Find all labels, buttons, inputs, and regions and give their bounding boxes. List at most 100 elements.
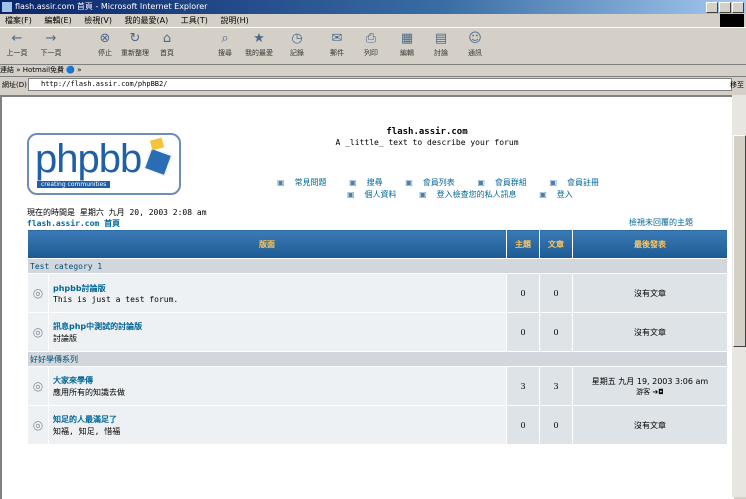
scrollbar-thumb[interactable] <box>733 135 746 347</box>
header-forum: 版面 <box>27 229 507 259</box>
forum-row: ◎ 大家來學傳 應用所有的知識去做 3 3 星期五 九月 19, 2003 3:… <box>27 366 728 406</box>
forum-desc: This is just a test forum. <box>53 294 179 304</box>
home-button[interactable]: ⌂ 首頁 <box>152 30 182 62</box>
forum-posts: 0 <box>539 273 573 313</box>
forum-topics: 3 <box>506 366 540 406</box>
messenger-button[interactable]: ☺ 通訊 <box>460 30 490 62</box>
forward-label: 下一頁 <box>40 49 62 57</box>
discuss-icon: ▤ <box>434 31 448 46</box>
forum-posts: 0 <box>539 405 573 445</box>
category-row: Test category 1 <box>27 258 728 274</box>
menu-tools[interactable]: 工具(T) <box>181 16 208 25</box>
vertical-scrollbar[interactable] <box>732 95 746 497</box>
nav-login-label: 登入 <box>556 190 573 199</box>
forum-last-post: 沒有文章 <box>572 312 728 352</box>
forum-folder-icon: ◎ <box>27 312 49 352</box>
menu-file[interactable]: 檔案(F) <box>5 16 32 25</box>
header-last-post: 最後發表 <box>572 229 728 259</box>
print-icon: ⎙ <box>365 31 377 46</box>
links-bar[interactable]: 連結 » Hotmail免費 🔵 » <box>0 64 746 77</box>
nav-groups[interactable]: ▣ 會員群組 <box>477 178 537 187</box>
forum-cell: phpbb討論版 This is just a test forum. <box>48 273 507 313</box>
forum-topics: 0 <box>506 405 540 445</box>
mail-button[interactable]: ✉ 郵件 <box>322 30 352 62</box>
forum-folder-icon: ◎ <box>27 366 49 406</box>
category-title[interactable]: 好好學傳系列 <box>27 351 728 367</box>
category-title[interactable]: Test category 1 <box>27 258 728 274</box>
phpbb-logo[interactable]: phpbb creating communities <box>27 133 181 195</box>
nav-register-label: 會員註冊 <box>567 178 599 187</box>
forum-folder-icon: ◎ <box>27 405 49 445</box>
forum-last-post: 沒有文章 <box>572 273 728 313</box>
nav-search[interactable]: ▣ 搜尋 <box>349 178 393 187</box>
stop-label: 停止 <box>98 49 112 57</box>
links-bar-text: 連結 » Hotmail免費 🔵 » <box>0 66 82 74</box>
favorites-icon: ★ <box>253 31 265 46</box>
last-post-author[interactable]: 游客 ➜◘ <box>574 387 726 397</box>
nav-memberlist[interactable]: ▣ 會員列表 <box>405 178 465 187</box>
address-field[interactable]: http://flash.assir.com/phpBB2/ <box>28 78 732 91</box>
forum-topics: 0 <box>506 312 540 352</box>
index-link[interactable]: flash.assir.com 首頁 <box>27 218 120 229</box>
back-arrow-icon: ← <box>11 31 23 46</box>
ie-icon <box>2 2 12 12</box>
home-icon: ⌂ <box>162 31 172 46</box>
nav-profile[interactable]: ▣ 個人資料 <box>347 190 407 199</box>
header-posts: 文章 <box>539 229 573 259</box>
nav-faq[interactable]: ▣ 常見問題 <box>277 178 337 187</box>
refresh-label: 重新整理 <box>121 49 149 57</box>
site-name: flash.assir.com <box>386 127 468 137</box>
forum-table: 版面 主題 文章 最後發表 Test category 1 ◎ phpbb討論版… <box>27 229 728 445</box>
refresh-icon: ↻ <box>129 31 141 46</box>
favorites-button[interactable]: ★ 我的最愛 <box>244 30 274 62</box>
groups-icon: ▣ <box>477 178 485 187</box>
history-button[interactable]: ◷ 記錄 <box>282 30 312 62</box>
edit-label: 編輯 <box>400 49 414 57</box>
forum-row: ◎ 訊息php中測試的討論版 討論版 0 0 沒有文章 <box>27 312 728 352</box>
maximize-button[interactable] <box>719 2 731 13</box>
forum-last-post: 星期五 九月 19, 2003 3:06 am 游客 ➜◘ <box>572 366 728 406</box>
unanswered-topics-link[interactable]: 檢視未回覆的主題 <box>629 217 693 228</box>
messenger-icon: ☺ <box>468 31 482 46</box>
favorites-label: 我的最愛 <box>245 49 273 57</box>
forum-name[interactable]: 知足的人最滿足了 <box>53 414 505 425</box>
minimize-button[interactable] <box>706 2 718 13</box>
print-button[interactable]: ⎙ 列印 <box>356 30 386 62</box>
pm-icon: ▣ <box>419 190 427 199</box>
forward-button[interactable]: → 下一頁 <box>36 30 66 62</box>
nav-pm-label: 登入檢查您的私人訊息 <box>436 190 517 199</box>
forum-posts: 3 <box>539 366 573 406</box>
page-viewport: phpbb creating communities flash.assir.c… <box>0 95 734 499</box>
menu-favorites[interactable]: 我的最愛(A) <box>125 16 169 25</box>
nav-private-messages[interactable]: ▣ 登入檢查您的私人訊息 <box>419 190 527 199</box>
back-button[interactable]: ← 上一頁 <box>2 30 32 62</box>
go-button[interactable]: 移至 <box>730 80 744 90</box>
menu-edit[interactable]: 編輯(E) <box>44 16 71 25</box>
forum-name[interactable]: phpbb討論版 <box>53 283 505 294</box>
stop-button[interactable]: ⊗ 停止 <box>90 30 120 62</box>
edit-button[interactable]: ▦ 編輯 <box>392 30 422 62</box>
logo-word: phpbb <box>35 137 142 181</box>
menu-help[interactable]: 說明(H) <box>220 16 248 25</box>
forward-arrow-icon: → <box>45 31 57 46</box>
discuss-button[interactable]: ▤ 討論 <box>426 30 456 62</box>
nav-search-label: 搜尋 <box>366 178 383 187</box>
nav-profile-label: 個人資料 <box>364 190 397 199</box>
history-icon: ◷ <box>291 31 303 46</box>
menu-view[interactable]: 檢視(V) <box>84 16 112 25</box>
forum-cell: 訊息php中測試的討論版 討論版 <box>48 312 507 352</box>
search-button[interactable]: ⌕ 搜尋 <box>210 30 240 62</box>
nav-login[interactable]: ▣ 登入 <box>539 190 583 199</box>
forum-name[interactable]: 訊息php中測試的討論版 <box>53 321 505 332</box>
forum-name[interactable]: 大家來學傳 <box>53 375 505 386</box>
logo-cube-icon <box>143 147 173 177</box>
ie-throbber-icon <box>720 14 744 28</box>
edit-icon: ▦ <box>400 31 414 46</box>
refresh-button[interactable]: ↻ 重新整理 <box>120 30 150 62</box>
address-bar: 網址(D) http://flash.assir.com/phpBB2/ 移至 <box>0 77 746 92</box>
nav-register[interactable]: ▣ 會員註冊 <box>549 178 609 187</box>
forum-posts: 0 <box>539 312 573 352</box>
search-icon: ⌕ <box>221 31 229 46</box>
messenger-label: 通訊 <box>468 49 482 57</box>
close-button[interactable] <box>732 2 744 13</box>
